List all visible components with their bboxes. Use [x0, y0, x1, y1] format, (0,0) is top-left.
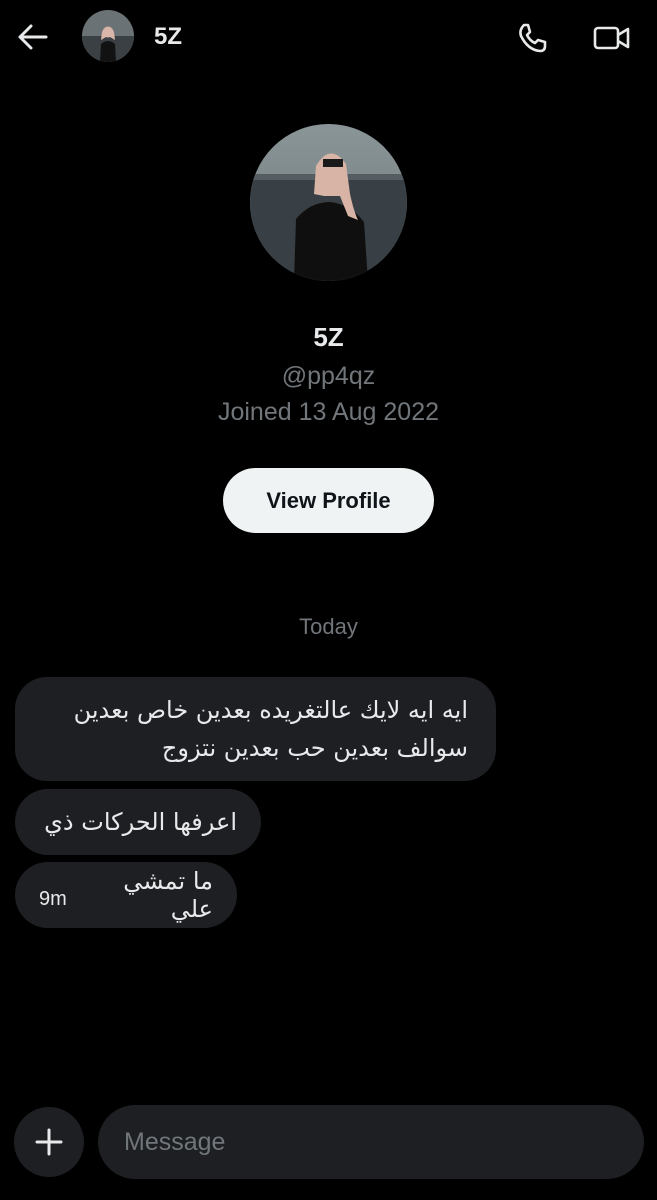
message-bubble[interactable]: ايه ايه لايك عالتغريده بعدين خاص بعدين س… [15, 677, 496, 781]
phone-icon [519, 23, 547, 53]
add-attachment-button[interactable] [14, 1107, 84, 1177]
message-text: ما تمشي علي [123, 867, 213, 923]
profile-avatar[interactable] [250, 124, 407, 281]
arrow-left-icon [18, 24, 48, 50]
profile-handle: @pp4qz [281, 362, 376, 390]
video-camera-icon [593, 26, 630, 50]
message-bubble[interactable]: اعرفها الحركات ذي [15, 789, 261, 855]
header-username[interactable]: 5Z [154, 22, 182, 52]
voice-call-button[interactable] [512, 18, 552, 58]
view-profile-button[interactable]: View Profile [223, 468, 434, 533]
message-input[interactable] [98, 1105, 644, 1179]
back-button[interactable] [14, 18, 52, 56]
message-bubble[interactable]: ما تمشي علي 9m [15, 862, 237, 928]
video-call-button[interactable] [590, 18, 634, 58]
conversation-header: 5Z [0, 0, 657, 72]
message-text-line: سوالف بعدين حب بعدين نتزوج [161, 734, 468, 762]
day-divider: Today [299, 614, 358, 639]
message-text-line: ايه ايه لايك عالتغريده بعدين خاص بعدين [73, 696, 468, 724]
message-timestamp: 9m [39, 887, 67, 910]
message-text: اعرفها الحركات ذي [44, 808, 237, 836]
profile-joined-date: Joined 13 Aug 2022 [217, 398, 440, 426]
header-avatar[interactable] [82, 10, 134, 62]
plus-icon [35, 1128, 63, 1156]
profile-name: 5Z [313, 322, 344, 352]
